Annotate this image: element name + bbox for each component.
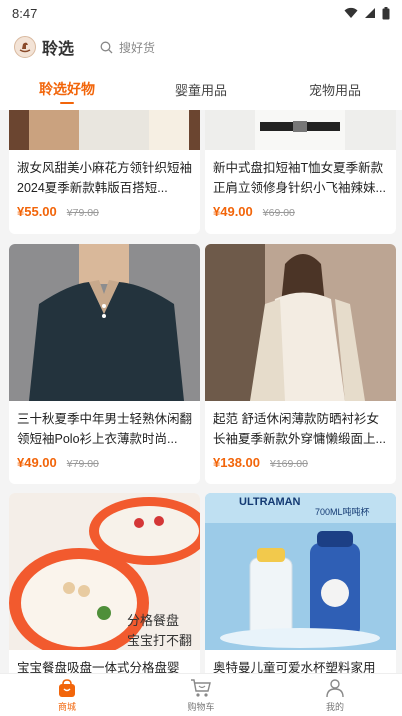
product-image <box>9 244 200 401</box>
product-feed[interactable]: 淑女风甜美小麻花方领针织短袖2024夏季新款韩版百搭短... ¥55.00 ¥7… <box>0 110 402 673</box>
price-row: ¥138.00 ¥169.00 <box>205 455 396 470</box>
product-price: ¥49.00 <box>213 204 253 219</box>
rocking-horse-logo-icon <box>14 36 36 58</box>
original-price: ¥169.00 <box>270 458 308 470</box>
product-title: 奥特曼儿童可爱水杯塑料家用 <box>213 661 376 673</box>
status-bar: 8:47 <box>0 0 402 26</box>
price-row: ¥49.00 ¥69.00 <box>205 204 396 219</box>
nav-shop-label: 商城 <box>57 701 76 712</box>
category-tabs: 聆选好物 婴童用品 宠物用品 <box>0 68 402 110</box>
original-price: ¥69.00 <box>262 207 295 219</box>
app-header: 聆选 搜好货 <box>0 26 402 68</box>
product-image <box>205 110 396 150</box>
battery-icon <box>382 6 390 19</box>
search-input[interactable]: 搜好货 <box>119 39 155 56</box>
nav-mine[interactable]: 我的 <box>268 674 402 716</box>
product-image: 分格餐盘 宝宝打不翻 <box>9 493 200 650</box>
product-title: 淑女风甜美小麻花方领针织短袖2024夏季新款韩版百搭短... <box>17 161 193 195</box>
product-card[interactable]: 新中式盘扣短袖T恤女夏季新款正肩立领修身针织小飞袖辣妹... ¥49.00 ¥6… <box>205 110 396 234</box>
search-icon <box>100 41 113 53</box>
tab-pet-products[interactable]: 宠物用品 <box>268 68 402 110</box>
nav-cart[interactable]: 购物车 <box>134 674 268 716</box>
signal-icon <box>365 8 375 18</box>
image-text: 分格餐盘 <box>127 613 179 628</box>
image-text-2: 宝宝打不翻 <box>127 633 192 648</box>
product-card[interactable]: 起范 舒适休闲薄款防晒衬衫女长袖夏季新款外穿慵懒缎面上... ¥138.00 ¥… <box>205 244 396 484</box>
product-card[interactable]: 淑女风甜美小麻花方领针织短袖2024夏季新款韩版百搭短... ¥55.00 ¥7… <box>9 110 200 234</box>
tab-featured[interactable]: 聆选好物 <box>0 68 134 110</box>
brand-text: ULTRAMAN <box>239 496 301 508</box>
tab-baby-products[interactable]: 婴童用品 <box>134 68 268 110</box>
wifi-icon <box>344 7 358 18</box>
status-time: 8:47 <box>12 5 38 21</box>
cart-icon <box>191 678 211 697</box>
product-card[interactable]: ULTRAMAN 700ML吨吨杯 奥特曼儿童可爱水杯塑料家用 <box>205 493 396 673</box>
product-price: ¥49.00 <box>17 455 57 470</box>
product-image <box>9 110 200 150</box>
user-icon <box>326 678 344 697</box>
product-price: ¥138.00 <box>213 455 260 470</box>
product-image: ULTRAMAN 700ML吨吨杯 <box>205 493 396 650</box>
product-title: 起范 舒适休闲薄款防晒衬衫女长袖夏季新款外穿慵懒缎面上... <box>213 412 386 446</box>
search-bar[interactable]: 搜好货 <box>100 39 155 56</box>
product-price: ¥55.00 <box>17 204 57 219</box>
product-image <box>205 244 396 401</box>
shopping-bag-icon <box>59 678 75 697</box>
nav-mine-label: 我的 <box>325 701 344 712</box>
product-title: 三十秋夏季中年男士轻熟休闲翻领短袖Polo衫上衣薄款时尚... <box>17 412 193 446</box>
original-price: ¥79.00 <box>66 458 99 470</box>
product-title: 新中式盘扣短袖T恤女夏季新款正肩立领修身针织小飞袖辣妹... <box>213 161 386 195</box>
original-price: ¥79.00 <box>66 207 99 219</box>
product-title: 宝宝餐盘吸盘一体式分格盘婴 <box>17 661 180 673</box>
app-title: 聆选 <box>42 41 75 58</box>
nav-cart-label: 购物车 <box>187 701 215 712</box>
product-card[interactable]: 三十秋夏季中年男士轻熟休闲翻领短袖Polo衫上衣薄款时尚... ¥49.00 ¥… <box>9 244 200 484</box>
status-icons <box>344 6 390 20</box>
price-row: ¥55.00 ¥79.00 <box>9 204 200 219</box>
product-card[interactable]: 分格餐盘 宝宝打不翻 宝宝餐盘吸盘一体式分格盘婴 <box>9 493 200 673</box>
nav-shop[interactable]: 商城 <box>0 674 134 716</box>
capacity-text: 700ML吨吨杯 <box>315 506 370 517</box>
price-row: ¥49.00 ¥79.00 <box>9 455 200 470</box>
bottom-nav: 商城 购物车 我的 <box>0 673 402 716</box>
